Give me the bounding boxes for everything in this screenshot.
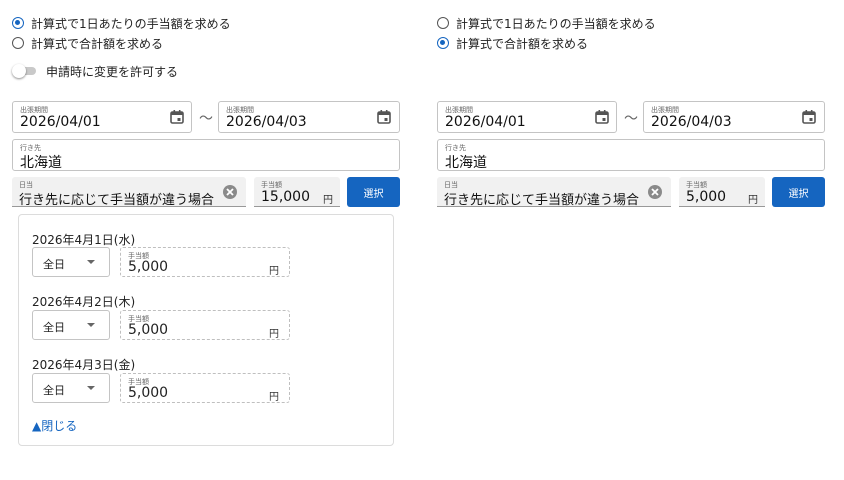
amount-unit: 円 (323, 195, 333, 206)
close-link[interactable]: ▲閉じる (32, 417, 77, 434)
period-start-field[interactable]: 出張期間 2026/04/01 (437, 101, 617, 133)
radio-daily-option[interactable]: 計算式で1日あたりの手当額を求める (12, 13, 231, 33)
left-panel: 計算式で1日あたりの手当額を求める 計算式で合計額を求める 申請時に変更を許可す… (12, 0, 412, 480)
amount-unit: 円 (748, 195, 758, 206)
period-end-field[interactable]: 出張期間 2026/04/03 (218, 101, 400, 133)
destination-value: 北海道 (445, 155, 487, 171)
select-button[interactable]: 選択 (772, 177, 825, 207)
allow-change-toggle[interactable] (12, 64, 38, 78)
allowance-type-value: 行き先に応じて手当額が違う場合 (444, 193, 640, 208)
day-amount-field[interactable]: 手当額 5,000 円 (120, 247, 290, 277)
select-button[interactable]: 選択 (347, 177, 400, 207)
day-amount-value: 5,000 (128, 322, 169, 338)
amount-value: 5,000 (686, 189, 727, 205)
day-date-label: 2026年4月1日(水) (32, 233, 136, 247)
allowance-type-field[interactable]: 日当 行き先に応じて手当額が違う場合 (437, 177, 671, 208)
allow-change-label: 申請時に変更を許可する (46, 64, 179, 79)
allowance-type-field[interactable]: 日当 行き先に応じて手当額が違う場合 (12, 177, 246, 208)
day-date-label: 2026年4月3日(金) (32, 358, 136, 372)
day-date-label: 2026年4月2日(木) (32, 295, 136, 309)
amount-field[interactable]: 手当額 5,000 円 (679, 177, 765, 207)
day-period-select[interactable]: 全日 (32, 310, 110, 340)
allow-change-toggle-row[interactable]: 申請時に変更を許可する (12, 62, 178, 80)
calendar-icon[interactable] (169, 109, 185, 125)
day-period-select[interactable]: 全日 (32, 373, 110, 403)
allowance-type-value: 行き先に応じて手当額が違う場合 (19, 193, 215, 208)
amount-value: 15,000 (261, 189, 310, 205)
radio-total-unselected-icon[interactable] (12, 37, 24, 49)
radio-total-selected-icon[interactable] (437, 37, 449, 49)
destination-field[interactable]: 行き先 北海道 (12, 139, 400, 171)
calendar-icon[interactable] (376, 109, 392, 125)
radio-daily-unselected-icon[interactable] (437, 17, 449, 29)
clear-icon[interactable] (647, 184, 663, 200)
destination-field[interactable]: 行き先 北海道 (437, 139, 825, 171)
period-start-value: 2026/04/01 (445, 114, 526, 130)
radio-total-option[interactable]: 計算式で合計額を求める (437, 33, 588, 53)
day-amount-unit: 円 (269, 392, 279, 403)
destination-value: 北海道 (20, 155, 62, 171)
day-amount-value: 5,000 (128, 385, 169, 401)
radio-daily-option[interactable]: 計算式で1日あたりの手当額を求める (437, 13, 656, 33)
clear-icon[interactable] (222, 184, 238, 200)
daily-breakdown-panel: 2026年4月1日(水) 全日 手当額 5,000 円 2026年4月2日(木)… (18, 214, 394, 446)
day-amount-field[interactable]: 手当額 5,000 円 (120, 373, 290, 403)
amount-field[interactable]: 手当額 15,000 円 (254, 177, 340, 207)
calendar-icon[interactable] (594, 109, 610, 125)
chevron-down-icon (87, 323, 95, 327)
day-amount-unit: 円 (269, 266, 279, 277)
radio-daily-label: 計算式で1日あたりの手当額を求める (31, 16, 231, 31)
radio-total-label: 計算式で合計額を求める (456, 36, 589, 51)
period-tilde: 〜 (624, 111, 638, 127)
chevron-down-icon (87, 260, 95, 264)
period-start-value: 2026/04/01 (20, 114, 101, 130)
day-period-value: 全日 (43, 321, 65, 334)
day-amount-field[interactable]: 手当額 5,000 円 (120, 310, 290, 340)
period-tilde: 〜 (199, 111, 213, 127)
calendar-icon[interactable] (801, 109, 817, 125)
radio-daily-label: 計算式で1日あたりの手当額を求める (456, 16, 656, 31)
chevron-down-icon (87, 386, 95, 390)
day-period-select[interactable]: 全日 (32, 247, 110, 277)
radio-total-option[interactable]: 計算式で合計額を求める (12, 33, 163, 53)
period-end-value: 2026/04/03 (651, 114, 732, 130)
radio-total-label: 計算式で合計額を求める (31, 36, 164, 51)
day-period-value: 全日 (43, 258, 65, 271)
day-period-value: 全日 (43, 384, 65, 397)
day-amount-value: 5,000 (128, 259, 169, 275)
radio-daily-selected-icon[interactable] (12, 17, 24, 29)
period-end-field[interactable]: 出張期間 2026/04/03 (643, 101, 825, 133)
right-panel: 計算式で1日あたりの手当額を求める 計算式で合計額を求める 出張期間 2026/… (437, 0, 837, 480)
period-end-value: 2026/04/03 (226, 114, 307, 130)
period-start-field[interactable]: 出張期間 2026/04/01 (12, 101, 192, 133)
day-amount-unit: 円 (269, 329, 279, 340)
